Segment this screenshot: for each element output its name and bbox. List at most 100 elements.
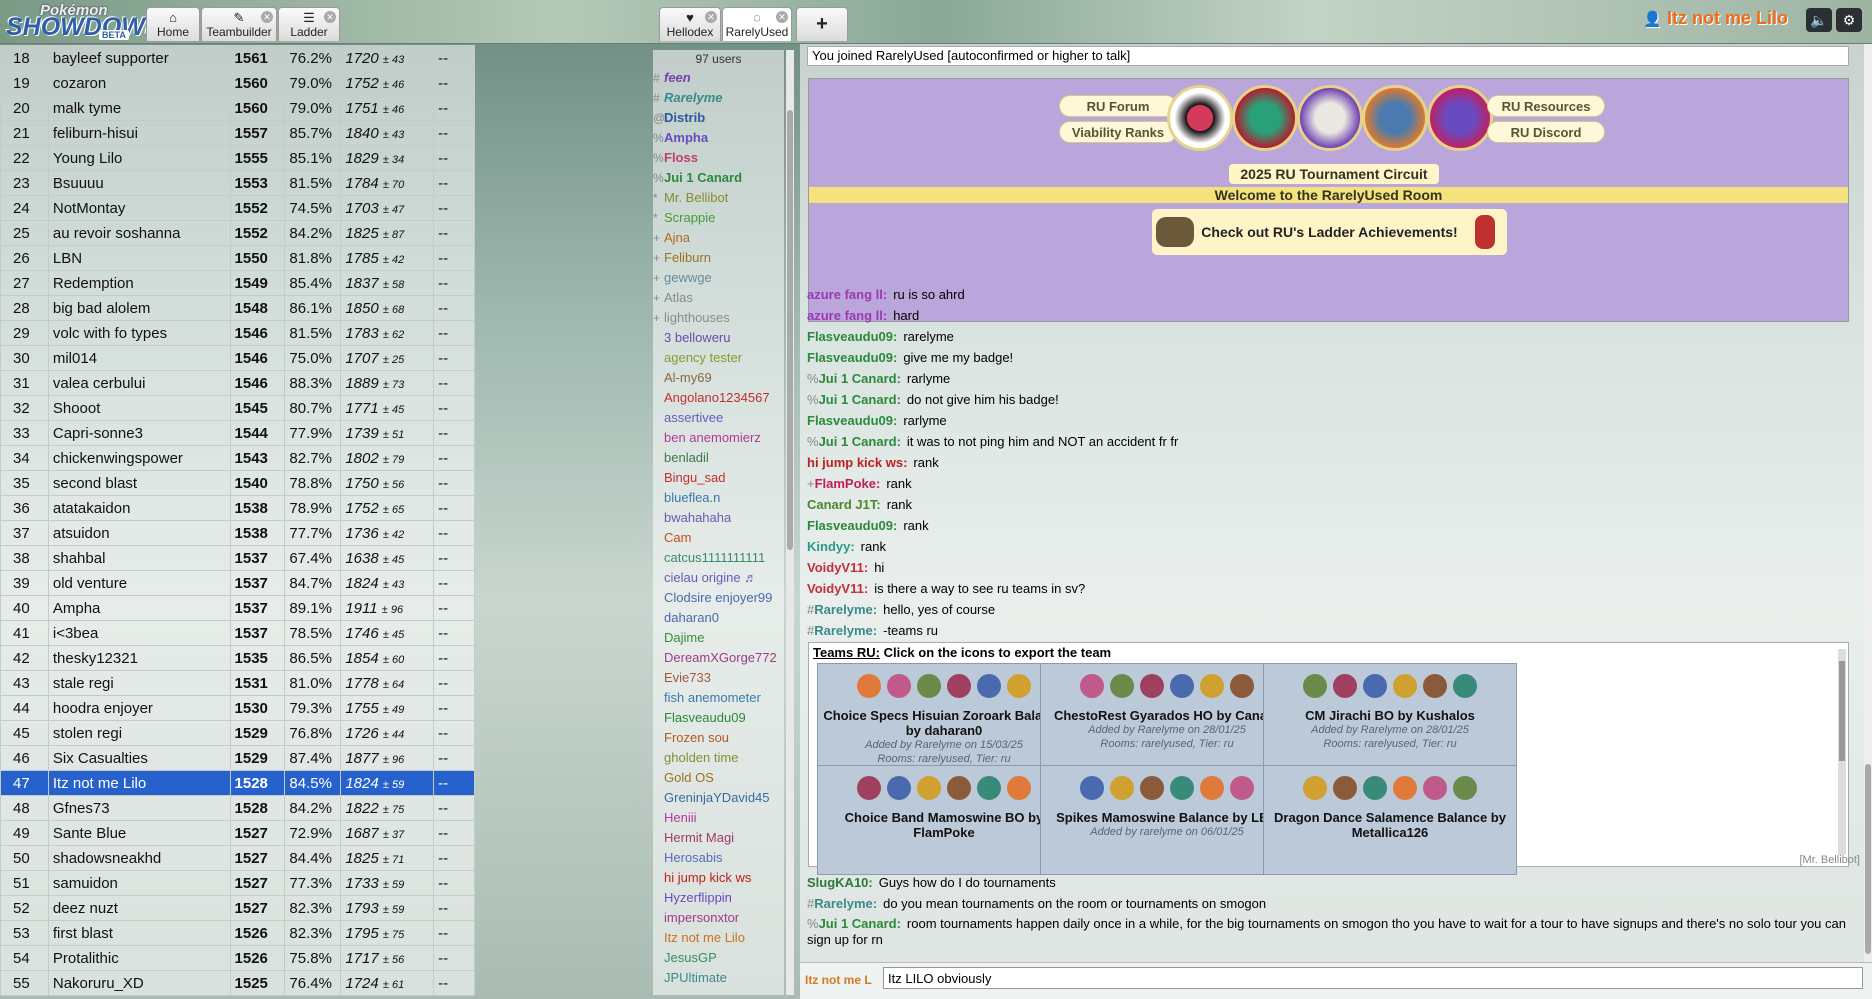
sound-button[interactable]: 🔈	[1806, 8, 1832, 32]
pokemon-icon[interactable]	[947, 776, 971, 800]
player-name[interactable]: first blast	[47, 920, 231, 946]
userlist-item[interactable]: Herosabis	[653, 848, 784, 868]
ladder-row[interactable]: 30 mil014 1546 75.0% 1707 ± 25 --	[0, 345, 475, 371]
userlist-item[interactable]: Angolano1234567	[653, 388, 784, 408]
message-author[interactable]: Jui 1 Canard:	[819, 371, 901, 386]
userlist-scrollbar[interactable]	[786, 50, 794, 995]
userlist-item[interactable]: catcus1111111111	[653, 548, 784, 568]
userlist-item[interactable]: bwahahaha	[653, 508, 784, 528]
pokemon-icon[interactable]	[1230, 674, 1254, 698]
team-card[interactable]: Choice Specs Hisuian Zoroark Balance by …	[817, 663, 1071, 773]
player-name[interactable]: stolen regi	[47, 720, 231, 746]
pokemon-icon[interactable]	[1140, 674, 1164, 698]
userlist-item[interactable]: Hyzerflippin	[653, 888, 784, 908]
player-name[interactable]: malk tyme	[47, 95, 231, 121]
player-name[interactable]: i<3bea	[47, 620, 231, 646]
userlist-item[interactable]: Heniii	[653, 808, 784, 828]
message-author[interactable]: Jui 1 Canard:	[819, 916, 901, 931]
team-card[interactable]: CM Jirachi BO by Kushalos Added by Rarely…	[1263, 663, 1517, 773]
pokemon-icon[interactable]	[857, 674, 881, 698]
message-author[interactable]: SlugKA10:	[807, 875, 873, 890]
userlist-item[interactable]: + lighthouses	[653, 308, 784, 328]
player-name[interactable]: LBN	[47, 245, 231, 271]
userlist-item[interactable]: Al-my69	[653, 368, 784, 388]
pokemon-icon[interactable]	[1363, 776, 1387, 800]
userlist-item[interactable]: fish anemometer	[653, 688, 784, 708]
userlist-item[interactable]: + gewwge	[653, 268, 784, 288]
tab-rarelyused[interactable]: ◌ RarelyUsed ✕	[722, 7, 792, 41]
pokemon-icon[interactable]	[1423, 674, 1447, 698]
userlist-item[interactable]: blueflea.n	[653, 488, 784, 508]
message-author[interactable]: Flasveaudu09:	[807, 413, 897, 428]
pokemon-icon[interactable]	[1303, 674, 1327, 698]
team-sprites[interactable]	[818, 766, 1070, 810]
ladder-row[interactable]: 22 Young Lilo 1555 85.1% 1829 ± 34 --	[0, 145, 475, 171]
ladder-row[interactable]: 53 first blast 1526 82.3% 1795 ± 75 --	[0, 920, 475, 946]
ladder-row[interactable]: 47 Itz not me Lilo 1528 84.5% 1824 ± 59 --	[0, 770, 475, 796]
message-author[interactable]: Rarelyme:	[814, 896, 877, 911]
username-button[interactable]: 👤 Itz not me Lilo	[1643, 8, 1788, 29]
team-card[interactable]: Dragon Dance Salamence Balance by Metall…	[1263, 765, 1517, 875]
message-author[interactable]: Flasveaudu09:	[807, 329, 897, 344]
tab-hellodex[interactable]: ♥ Hellodex ✕	[659, 7, 721, 41]
pokemon-icon[interactable]	[1363, 674, 1387, 698]
message-author[interactable]: VoidyV11:	[807, 560, 868, 575]
player-name[interactable]: Redemption	[47, 270, 231, 296]
player-name[interactable]: shadowsneakhd	[47, 845, 231, 871]
close-icon[interactable]: ✕	[261, 11, 273, 23]
ladder-row[interactable]: 41 i<3bea 1537 78.5% 1746 ± 45 --	[0, 620, 475, 646]
team-card[interactable]: Spikes Mamoswine Balance by LBN Added by …	[1040, 765, 1294, 875]
team-sprites[interactable]	[1041, 766, 1293, 810]
tab-ladder[interactable]: ☰ Ladder ✕	[278, 7, 340, 41]
userlist-item[interactable]: Dajime	[653, 628, 784, 648]
userlist-item[interactable]: @Distrib	[653, 108, 784, 128]
tab-teambuilder[interactable]: ✎ Teambuilder ✕	[201, 7, 277, 41]
userlist-item[interactable]: Flasveaudu09	[653, 708, 784, 728]
message-author[interactable]: Jui 1 Canard:	[819, 434, 901, 449]
userlist-item[interactable]: Frozen sou	[653, 728, 784, 748]
player-name[interactable]: Sante Blue	[47, 820, 231, 846]
player-name[interactable]: cozaron	[47, 70, 231, 96]
player-name[interactable]: Protalithic	[47, 945, 231, 971]
userlist-item[interactable]: * Mr. Bellibot	[653, 188, 784, 208]
userlist-item[interactable]: %Jui 1 Canard	[653, 168, 784, 188]
ru-discord-link[interactable]: RU Discord	[1487, 121, 1605, 143]
userlist-item[interactable]: %Ampha	[653, 128, 784, 148]
ladder-row[interactable]: 21 feliburn-hisui 1557 85.7% 1840 ± 43 --	[0, 120, 475, 146]
player-name[interactable]: second blast	[47, 470, 231, 496]
ladder-row[interactable]: 34 chickenwingspower 1543 82.7% 1802 ± 79 --	[0, 445, 475, 471]
message-author[interactable]: Flasveaudu09:	[807, 350, 897, 365]
userlist-item[interactable]: * Scrappie	[653, 208, 784, 228]
pokemon-icon[interactable]	[1393, 674, 1417, 698]
ladder-row[interactable]: 54 Protalithic 1526 75.8% 1717 ± 56 --	[0, 945, 475, 971]
team-sprites[interactable]	[1264, 664, 1516, 708]
close-icon[interactable]: ✕	[324, 11, 336, 23]
userlist-item[interactable]: hi jump kick ws	[653, 868, 784, 888]
pokemon-icon[interactable]	[1303, 776, 1327, 800]
pokemon-icon[interactable]	[917, 674, 941, 698]
userlist-item[interactable]: + Ajna	[653, 228, 784, 248]
ladder-row[interactable]: 50 shadowsneakhd 1527 84.4% 1825 ± 71 --	[0, 845, 475, 871]
userlist-item[interactable]: ben anemomierz	[653, 428, 784, 448]
userlist-item[interactable]: cielau origine ♬	[653, 568, 784, 588]
ladder-row[interactable]: 29 volc with fo types 1546 81.5% 1783 ± 62 --	[0, 320, 475, 346]
userlist-item[interactable]: benladil	[653, 448, 784, 468]
pokemon-icon[interactable]	[1007, 776, 1031, 800]
player-name[interactable]: old venture	[47, 570, 231, 596]
teams-scrollbar[interactable]	[1838, 649, 1846, 855]
userlist-item[interactable]: # feen	[653, 68, 784, 88]
ladder-row[interactable]: 46 Six Casualties 1529 87.4% 1877 ± 96 --	[0, 745, 475, 771]
pokemon-icon[interactable]	[1080, 674, 1104, 698]
pokemon-icon[interactable]	[1230, 776, 1254, 800]
pokemon-icon[interactable]	[1333, 674, 1357, 698]
userlist-item[interactable]: agency tester	[653, 348, 784, 368]
player-name[interactable]: Shooot	[47, 395, 231, 421]
pokemon-icon[interactable]	[1140, 776, 1164, 800]
team-card[interactable]: ChestoRest Gyarados HO by Canard Added by…	[1040, 663, 1294, 773]
userlist-item[interactable]: daharan0	[653, 608, 784, 628]
pokemon-icon[interactable]	[1423, 776, 1447, 800]
ladder-row[interactable]: 32 Shooot 1545 80.7% 1771 ± 45 --	[0, 395, 475, 421]
player-name[interactable]: Six Casualties	[47, 745, 231, 771]
player-name[interactable]: stale regi	[47, 670, 231, 696]
userlist-item[interactable]: GreninjaYDavid45	[653, 788, 784, 808]
